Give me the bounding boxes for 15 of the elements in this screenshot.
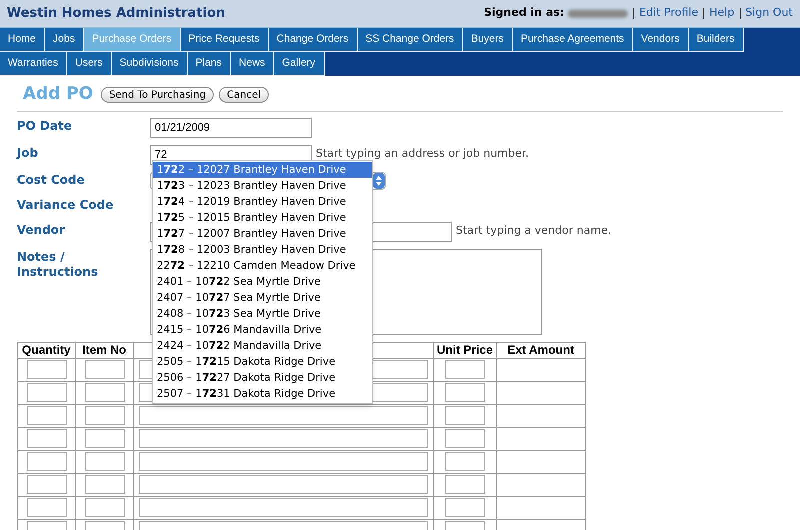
field-label: Job: [17, 144, 40, 160]
site-title: Westin Homes Administration: [7, 4, 226, 23]
page-title: Add PO: [23, 83, 94, 106]
field-label: Cost Code: [17, 172, 86, 188]
field-hint: Start typing a vendor name.: [456, 223, 612, 240]
field-label: Notes / Instructions: [17, 248, 100, 280]
field-label: Variance Code: [17, 196, 115, 212]
field-label: PO Date: [17, 118, 74, 134]
field-label: Vendor: [17, 222, 66, 238]
column-header: Item No: [76, 342, 134, 358]
signed-in-label: Signed in as:: [484, 5, 564, 22]
column-header: Unit Price: [434, 342, 497, 358]
column-header: Ext Amount: [496, 342, 586, 358]
column-header: Quantity: [18, 342, 76, 358]
field-hint: Start typing an address or job number.: [316, 146, 530, 162]
